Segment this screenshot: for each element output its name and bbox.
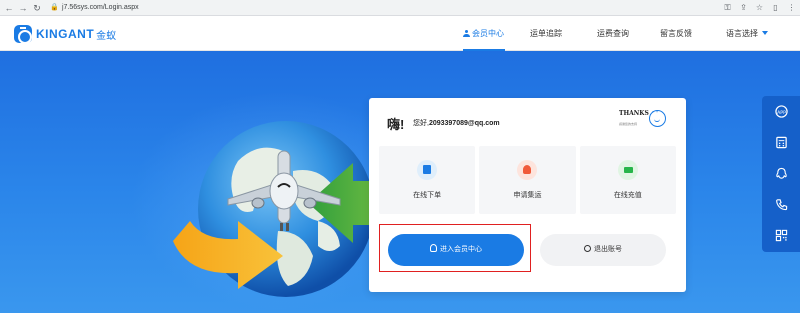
thanks-subtext: 感谢您的支持 (619, 122, 638, 126)
nav-freight-query[interactable]: 运费查询 (597, 16, 637, 51)
lock-icon[interactable]: 🔒 (50, 4, 59, 12)
phone-icon[interactable] (762, 189, 800, 220)
logo-cn: 金蚁 (96, 30, 117, 42)
site-header: KINGANT 金蚁 会员中心 运单追踪 运费查询 留言反馈 语言选择 (0, 16, 800, 51)
qq-icon[interactable] (762, 158, 800, 189)
thanks-text: THANKS (619, 110, 649, 117)
qrcode-icon[interactable] (762, 220, 800, 251)
logout-icon (584, 245, 591, 252)
member-card: 嗨! 您好,2093397089@qq.com THANKS 感谢您的支持 在线… (369, 98, 686, 292)
enter-member-center-button[interactable]: 进入会员中心 (388, 234, 524, 266)
logout-button[interactable]: 退出账号 (540, 234, 666, 266)
service-recharge[interactable]: 在线充值 (579, 146, 676, 214)
reload-icon[interactable]: ↻ (32, 3, 42, 13)
nav-language[interactable]: 语言选择 (726, 16, 776, 51)
menu-icon[interactable]: ⋮ (787, 3, 796, 12)
app-icon[interactable]: APP (762, 96, 800, 127)
caret-down-icon (762, 31, 768, 35)
calculator-icon[interactable] (762, 127, 800, 158)
hero-banner: 嗨! 您好,2093397089@qq.com THANKS 感谢您的支持 在线… (0, 51, 800, 313)
sidepanel-icon[interactable]: ▯ (771, 3, 780, 12)
recharge-icon (617, 160, 638, 180)
order-icon (417, 160, 438, 180)
nav-feedback[interactable]: 留言反馈 (660, 16, 700, 51)
key-icon[interactable]: ⚿ (723, 3, 732, 12)
service-online-order[interactable]: 在线下单 (379, 146, 476, 214)
smile-icon (649, 110, 666, 127)
consolidate-icon (517, 160, 538, 180)
service-consolidate[interactable]: 申请集运 (479, 146, 576, 214)
member-icon (430, 244, 437, 252)
logo[interactable]: KINGANT 金蚁 (14, 25, 117, 44)
share-icon[interactable]: ⇪ (739, 3, 748, 12)
greeting: 嗨! (387, 117, 405, 132)
svg-text:APP: APP (777, 110, 786, 116)
bookmark-icon[interactable]: ☆ (755, 3, 764, 12)
service-grid: 在线下单 申请集运 在线充值 (379, 146, 676, 214)
nav-member-center[interactable]: 会员中心 (463, 16, 513, 51)
back-icon[interactable]: ← (4, 3, 14, 13)
side-toolbar: APP (762, 96, 800, 252)
user-greeting: 您好,2093397089@qq.com (413, 120, 500, 127)
address-bar[interactable]: j7.56sys.com/Login.aspx (62, 4, 139, 11)
user-email: 2093397089@qq.com (428, 120, 500, 127)
forward-icon[interactable]: → (18, 3, 28, 13)
thanks-badge: THANKS 感谢您的支持 (619, 110, 669, 132)
person-icon (463, 30, 470, 37)
browser-toolbar: ← → ↻ 🔒 j7.56sys.com/Login.aspx ⚿ ⇪ ☆ ▯ … (0, 0, 800, 16)
nav-tracking[interactable]: 运单追踪 (530, 16, 570, 51)
logo-icon (14, 25, 32, 44)
logo-text: KINGANT (36, 27, 95, 41)
